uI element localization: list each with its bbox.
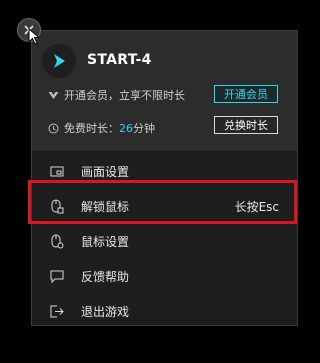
mouse-lock-icon <box>49 199 65 214</box>
game-menu: 画面设置 解锁鼠标 长按Esc 鼠标设置 反馈帮助 退出游戏 <box>32 151 297 325</box>
menu-item-mouse-settings[interactable]: 鼠标设置 <box>32 224 297 259</box>
exit-icon <box>49 305 65 318</box>
account-header: START-4 开通会员，立享不限时长 开通会员 免费时长： 26 分钟 兑换时… <box>32 31 297 151</box>
vip-promo-text: 开通会员，立享不限时长 <box>64 89 185 102</box>
game-menu-panel: START-4 开通会员，立享不限时长 开通会员 免费时长： 26 分钟 兑换时… <box>31 30 298 326</box>
menu-item-label: 画面设置 <box>81 165 130 179</box>
mouse-cursor-icon <box>28 28 40 45</box>
free-time-label: 免费时长： <box>64 122 119 135</box>
menu-item-label: 反馈帮助 <box>81 270 130 284</box>
feedback-icon <box>49 270 65 283</box>
menu-item-exit-game[interactable]: 退出游戏 <box>32 294 297 329</box>
open-vip-button[interactable]: 开通会员 <box>214 85 278 103</box>
menu-item-label: 鼠标设置 <box>81 235 130 249</box>
menu-item-display-settings[interactable]: 画面设置 <box>32 154 297 189</box>
vip-promo: 开通会员，立享不限时长 <box>48 87 185 103</box>
menu-item-unlock-mouse[interactable]: 解锁鼠标 长按Esc <box>32 189 297 224</box>
free-time-value: 26 <box>119 121 133 135</box>
menu-item-label: 退出游戏 <box>81 305 130 319</box>
game-title: START-4 <box>87 52 152 68</box>
game-logo <box>42 44 76 78</box>
exchange-time-button[interactable]: 兑换时长 <box>214 116 278 134</box>
menu-item-feedback[interactable]: 反馈帮助 <box>32 259 297 294</box>
screen-icon <box>49 166 65 178</box>
start-logo-icon <box>54 54 65 68</box>
free-time: 免费时长： 26 分钟 <box>48 120 155 136</box>
shortcut-hint: 长按Esc <box>234 200 279 214</box>
clock-icon <box>48 123 59 134</box>
menu-item-label: 解锁鼠标 <box>81 200 130 214</box>
chevron-down-icon <box>48 91 59 100</box>
mouse-settings-icon <box>49 234 65 249</box>
free-time-unit: 分钟 <box>133 122 155 135</box>
